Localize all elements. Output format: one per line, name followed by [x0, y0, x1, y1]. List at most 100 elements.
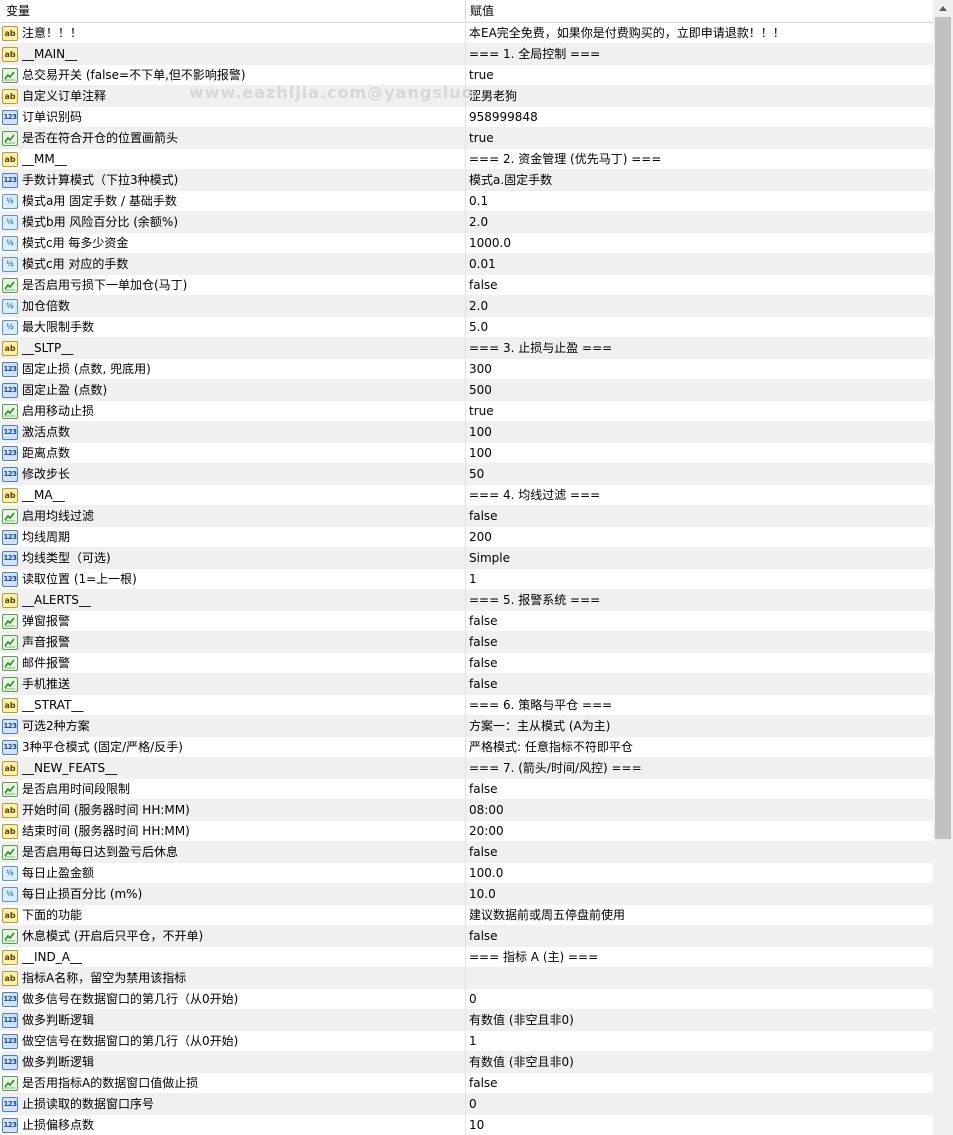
variable-value[interactable]: === 4. 均线过滤 === [469, 485, 600, 506]
table-row[interactable]: ab __IND_A__ === 指标 A (主) === [0, 947, 933, 968]
table-row[interactable]: 123 止损读取的数据窗口序号 0 [0, 1094, 933, 1115]
column-divider[interactable] [465, 0, 466, 22]
variable-value[interactable]: 500 [469, 380, 492, 401]
table-row[interactable]: 123 止损偏移点数 10 [0, 1115, 933, 1135]
table-row[interactable]: ½ 每日止损百分比 (m%) 10.0 [0, 884, 933, 905]
variable-value[interactable]: 10.0 [469, 884, 496, 905]
table-row[interactable]: 启用移动止损 true [0, 401, 933, 422]
variable-value[interactable]: 50 [469, 464, 484, 485]
variable-value[interactable]: 2.0 [469, 212, 488, 233]
variable-value[interactable]: 100 [469, 422, 492, 443]
column-header-value[interactable]: 赋值 [470, 0, 494, 22]
table-row[interactable]: 是否启用每日达到盈亏后休息 false [0, 842, 933, 863]
variable-value[interactable]: 方案一：主从模式 (A为主) [469, 716, 610, 737]
variable-value[interactable]: 200 [469, 527, 492, 548]
table-row[interactable]: 总交易开关 (false=不下单,但不影响报警) true [0, 65, 933, 86]
variable-value[interactable]: false [469, 506, 498, 527]
variable-value[interactable]: === 1. 全局控制 === [469, 44, 600, 65]
variable-value[interactable]: Simple [469, 548, 510, 569]
variable-value[interactable]: 严格模式: 任意指标不符即平仓 [469, 737, 633, 758]
variable-value[interactable]: === 5. 报警系统 === [469, 590, 600, 611]
table-row[interactable]: 手机推送 false [0, 674, 933, 695]
table-row[interactable]: 123 固定止损 (点数, 兜底用) 300 [0, 359, 933, 380]
table-row[interactable]: 123 做多判断逻辑 有数值 (非空且非0) [0, 1010, 933, 1031]
table-row[interactable]: 是否启用亏损下一单加仓(马丁) false [0, 275, 933, 296]
variable-value[interactable]: === 2. 资金管理 (优先马丁) === [469, 149, 661, 170]
table-row[interactable]: ½ 加仓倍数 2.0 [0, 296, 933, 317]
table-row[interactable]: ½ 模式c用 对应的手数 0.01 [0, 254, 933, 275]
variable-value[interactable]: 300 [469, 359, 492, 380]
variable-value[interactable]: 0.1 [469, 191, 488, 212]
variable-value[interactable]: === 指标 A (主) === [469, 947, 598, 968]
table-row[interactable]: 123 订单识别码 958999848 [0, 107, 933, 128]
table-row[interactable]: 123 均线类型（可选) Simple [0, 548, 933, 569]
table-row[interactable]: ab __SLTP__ === 3. 止损与止盈 === [0, 338, 933, 359]
variable-value[interactable]: === 6. 策略与平仓 === [469, 695, 612, 716]
table-row[interactable]: 123 修改步长 50 [0, 464, 933, 485]
table-row[interactable]: ½ 模式b用 风险百分比 (余额%) 2.0 [0, 212, 933, 233]
scroll-up-button[interactable] [933, 0, 953, 17]
variable-value[interactable]: 模式a.固定手数 [469, 170, 552, 191]
table-row[interactable]: 123 固定止盈 (点数) 500 [0, 380, 933, 401]
variable-value[interactable]: false [469, 632, 498, 653]
variable-value[interactable]: 涩男老狗 [469, 86, 517, 107]
table-row[interactable]: 123 均线周期 200 [0, 527, 933, 548]
table-row[interactable]: 123 做多信号在数据窗口的第几行（从0开始) 0 [0, 989, 933, 1010]
column-header-variable[interactable]: 变量 [6, 0, 30, 22]
table-row[interactable]: ½ 最大限制手数 5.0 [0, 317, 933, 338]
variable-value[interactable]: true [469, 128, 494, 149]
variable-value[interactable]: true [469, 401, 494, 422]
vertical-scrollbar[interactable] [933, 0, 953, 1135]
table-row[interactable]: ½ 模式a用 固定手数 / 基础手数 0.1 [0, 191, 933, 212]
variable-value[interactable]: 08:00 [469, 800, 504, 821]
variable-value[interactable]: 10 [469, 1115, 484, 1135]
table-row[interactable]: 123 距离点数 100 [0, 443, 933, 464]
variable-value[interactable]: 5.0 [469, 317, 488, 338]
table-row[interactable]: 123 做多判断逻辑 有数值 (非空且非0) [0, 1052, 933, 1073]
variable-value[interactable]: true [469, 65, 494, 86]
variable-value[interactable]: 0 [469, 989, 477, 1010]
variable-value[interactable]: false [469, 674, 498, 695]
table-row[interactable]: 123 做空信号在数据窗口的第几行（从0开始) 1 [0, 1031, 933, 1052]
table-row[interactable]: 123 激活点数 100 [0, 422, 933, 443]
table-row[interactable]: ab __MA__ === 4. 均线过滤 === [0, 485, 933, 506]
table-row[interactable]: 邮件报警 false [0, 653, 933, 674]
table-row[interactable]: ab 开始时间 (服务器时间 HH:MM) 08:00 [0, 800, 933, 821]
variable-value[interactable]: === 3. 止损与止盈 === [469, 338, 612, 359]
table-row[interactable]: ab __ALERTS__ === 5. 报警系统 === [0, 590, 933, 611]
variable-value[interactable]: false [469, 926, 498, 947]
table-row[interactable]: 弹窗报警 false [0, 611, 933, 632]
table-row[interactable]: ½ 每日止盈金额 100.0 [0, 863, 933, 884]
table-row[interactable]: ab __STRAT__ === 6. 策略与平仓 === [0, 695, 933, 716]
table-row[interactable]: 123 可选2种方案 方案一：主从模式 (A为主) [0, 716, 933, 737]
variable-value[interactable]: false [469, 842, 498, 863]
variable-value[interactable]: 0.01 [469, 254, 496, 275]
table-row[interactable]: ab 注意！！！ 本EA完全免费，如果你是付费购买的，立即申请退款！！！ [0, 23, 933, 44]
variable-value[interactable]: 1000.0 [469, 233, 511, 254]
table-row[interactable]: 123 手数计算模式（下拉3种模式) 模式a.固定手数 [0, 170, 933, 191]
variable-value[interactable]: 100.0 [469, 863, 503, 884]
table-row[interactable]: ab 指标A名称，留空为禁用该指标 [0, 968, 933, 989]
variable-value[interactable]: 958999848 [469, 107, 538, 128]
variable-value[interactable]: 有数值 (非空且非0) [469, 1010, 574, 1031]
table-row[interactable]: ab 自定义订单注释 涩男老狗 [0, 86, 933, 107]
table-row[interactable]: ab __MM__ === 2. 资金管理 (优先马丁) === [0, 149, 933, 170]
variable-value[interactable]: false [469, 779, 498, 800]
table-row[interactable]: 是否用指标A的数据窗口值做止损 false [0, 1073, 933, 1094]
variable-value[interactable]: false [469, 653, 498, 674]
variable-value[interactable]: 100 [469, 443, 492, 464]
variable-value[interactable]: 本EA完全免费，如果你是付费购买的，立即申请退款！！！ [469, 23, 785, 44]
variable-value[interactable]: 0 [469, 1094, 477, 1115]
table-row[interactable]: ab 结束时间 (服务器时间 HH:MM) 20:00 [0, 821, 933, 842]
variable-value[interactable]: 1 [469, 1031, 477, 1052]
variable-value[interactable]: false [469, 611, 498, 632]
table-row[interactable]: ½ 模式c用 每多少资金 1000.0 [0, 233, 933, 254]
variable-value[interactable]: 建议数据前或周五停盘前使用 [469, 905, 625, 926]
table-row[interactable]: ab 下面的功能 建议数据前或周五停盘前使用 [0, 905, 933, 926]
variable-value[interactable]: 有数值 (非空且非0) [469, 1052, 574, 1073]
variable-value[interactable]: 1 [469, 569, 477, 590]
table-row[interactable]: 启用均线过滤 false [0, 506, 933, 527]
variable-value[interactable]: 20:00 [469, 821, 504, 842]
table-row[interactable]: 是否启用时间段限制 false [0, 779, 933, 800]
variable-value[interactable]: 2.0 [469, 296, 488, 317]
